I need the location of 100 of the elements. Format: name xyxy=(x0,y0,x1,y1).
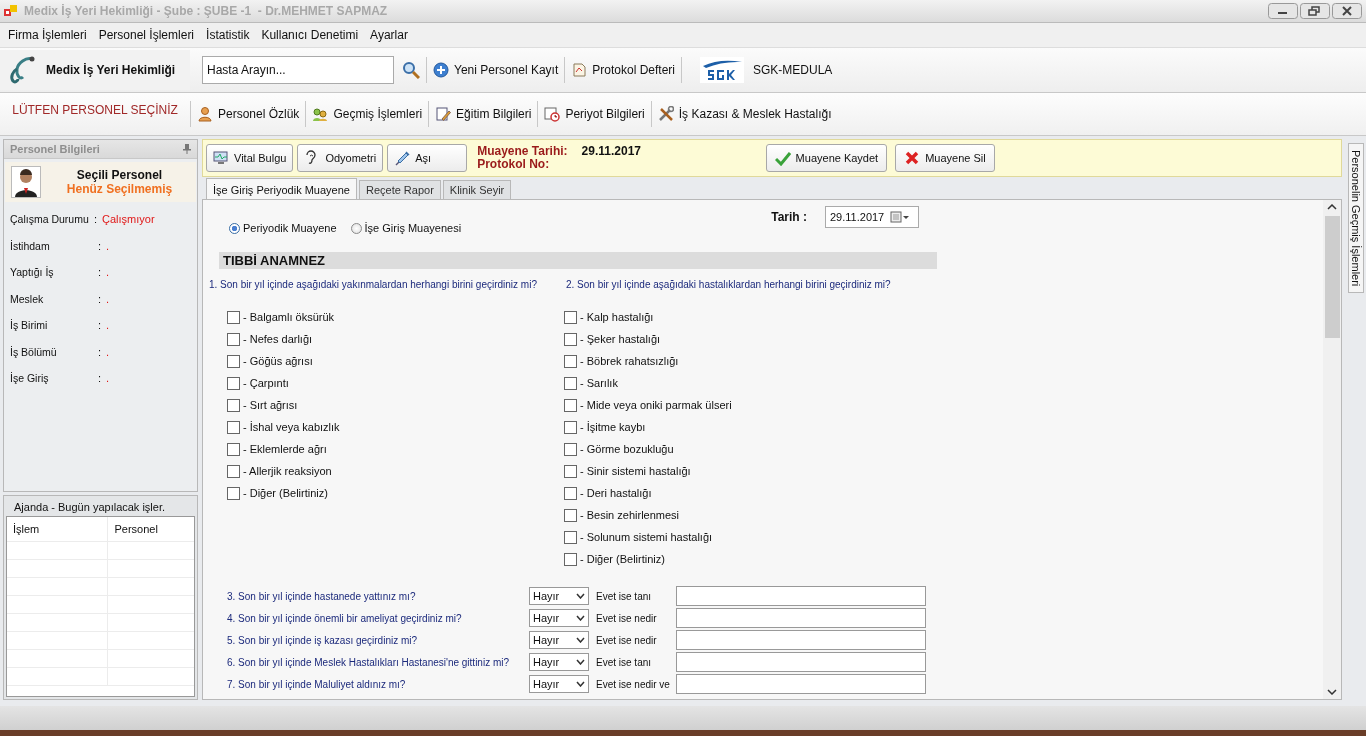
checkbox-option[interactable]: - Mide veya oniki parmak ülseri xyxy=(564,394,891,416)
menu-item[interactable]: Firma İşlemleri xyxy=(3,26,92,44)
caret-icon xyxy=(576,659,585,665)
panel-title: Ajanda - Bugün yapılacak işler. xyxy=(13,500,167,515)
checkbox-option[interactable]: - Kalp hastalığı xyxy=(564,306,891,328)
restore-button[interactable] xyxy=(1300,3,1330,19)
checkbox-option[interactable]: - Allerjik reaksiyon xyxy=(227,460,566,482)
toolbar-button[interactable]: Eğitim Bilgileri xyxy=(429,99,538,129)
scroll-up-icon[interactable] xyxy=(1327,204,1337,210)
detail-field[interactable] xyxy=(676,586,926,606)
toolbar-button[interactable]: Periyot Bilgileri xyxy=(538,99,651,129)
person-icon xyxy=(197,106,213,122)
close-button[interactable] xyxy=(1332,3,1362,19)
answer-dropdown[interactable]: Hayır xyxy=(529,609,589,627)
save-button[interactable]: Muayene Kaydet xyxy=(765,144,888,172)
exam-tool-button[interactable]: Odyometri xyxy=(297,144,384,172)
toolbar-button[interactable]: Yeni Personel Kayıt xyxy=(427,55,565,85)
answer-dropdown[interactable]: Hayır xyxy=(529,631,589,649)
checkbox-option[interactable]: - Böbrek rahatsızlığı xyxy=(564,350,891,372)
checkbox-option[interactable]: - Görme bozukluğu xyxy=(564,438,891,460)
search-field[interactable]: Hasta Arayın... xyxy=(202,56,394,84)
checkbox-option[interactable]: - Balgamlı öksürük xyxy=(227,306,566,328)
toolbar-button[interactable]: SGK-MEDULA xyxy=(682,55,839,85)
field-label: Yaptığı İş xyxy=(10,266,55,279)
column-header[interactable]: İşlem xyxy=(7,517,109,541)
radio-option[interactable]: Periyodik Muayene xyxy=(229,222,337,234)
tab[interactable]: Reçete Rapor xyxy=(358,180,441,199)
checkbox-option[interactable]: - Sırt ağrısı xyxy=(227,394,566,416)
checkbox-option[interactable]: - Sinir sistemi hastalığı xyxy=(564,460,891,482)
calendar-icon xyxy=(890,211,911,223)
field-separator: : xyxy=(98,372,103,385)
protocol-label: Protokol No: xyxy=(477,158,551,171)
question-text: 6. Son bir yıl içinde Meslek Hastalıkları Hastanesi'ne gittiniz mi? xyxy=(227,656,511,668)
document-icon xyxy=(571,62,588,78)
scroll-thumb[interactable] xyxy=(1324,216,1340,338)
answer-dropdown[interactable]: Hayır xyxy=(529,587,589,605)
checkbox-option[interactable]: - Göğüs ağrısı xyxy=(227,350,566,372)
checkbox-option[interactable]: - Besin zehirlenmesi xyxy=(564,504,891,526)
detail-field[interactable] xyxy=(676,608,926,628)
checkbox-option[interactable]: - Sarılık xyxy=(564,372,891,394)
toolbar-button[interactable]: Geçmiş İşlemleri xyxy=(306,99,429,129)
detail-field[interactable] xyxy=(676,652,926,672)
section-header: TIBBİ ANAMNEZ xyxy=(219,252,937,269)
checkbox-option[interactable]: - Eklemlerde ağrı xyxy=(227,438,566,460)
checkbox-option[interactable]: - Deri hastalığı xyxy=(564,482,891,504)
field-label: Meslek xyxy=(10,292,45,305)
checkbox-option[interactable]: - Solunum sistemi hastalığı xyxy=(564,526,891,548)
checkbox-option[interactable]: - İşitme kaybı xyxy=(564,416,891,438)
field-value: . xyxy=(106,372,110,385)
answer-dropdown[interactable]: Hayır xyxy=(529,653,589,671)
field-value: . xyxy=(106,292,110,305)
checkbox-option[interactable]: - Nefes darlığı xyxy=(227,328,566,350)
document-pencil-icon xyxy=(435,106,452,122)
search-icon[interactable] xyxy=(402,61,420,79)
scroll-down-icon[interactable] xyxy=(1327,689,1337,695)
toolbar-button[interactable]: İş Kazası & Meslek Hastalığı xyxy=(651,99,838,129)
checkbox-option[interactable]: - Diğer (Belirtiniz) xyxy=(564,548,891,570)
minimize-button[interactable] xyxy=(1268,3,1298,19)
exam-tool-button[interactable]: Vital Bulgu xyxy=(206,144,294,172)
tools-icon xyxy=(657,106,674,122)
detail-field[interactable] xyxy=(676,674,926,694)
scrollbar[interactable] xyxy=(1323,200,1341,699)
side-tab[interactable]: Personelin Geçmiş İşlemleri xyxy=(1348,143,1364,294)
caret-icon xyxy=(576,615,585,621)
exam-tool-button[interactable]: Aşı xyxy=(387,144,468,172)
menu-item[interactable]: Kullanıcı Denetimi xyxy=(256,26,364,44)
notice-text: LÜTFEN PERSONEL SEÇİNİZ xyxy=(11,103,179,119)
syringe-icon xyxy=(394,150,411,166)
menu-item[interactable]: Personel İşlemleri xyxy=(93,26,200,44)
checkbox-option[interactable]: - İshal veya kabızlık xyxy=(227,416,566,438)
question-text: 2. Son bir yıl içinde aşağıdaki hastalıklardan herhangi birini geçirdiniz mi? xyxy=(566,279,891,290)
app-brand: Medix İş Yeri Hekimliği xyxy=(0,50,190,90)
calendar-clock-icon xyxy=(544,106,561,122)
cross-icon xyxy=(904,150,921,166)
detail-label: Evet ise nedir xyxy=(595,612,658,624)
checkbox-option[interactable]: - Şeker hastalığı xyxy=(564,328,891,350)
detail-field[interactable] xyxy=(676,630,926,650)
caret-icon xyxy=(576,681,585,687)
tab[interactable]: İşe Giriş Periyodik Muayene xyxy=(206,178,357,199)
radio-option[interactable]: İşe Giriş Muayenesi xyxy=(350,222,462,234)
column-header[interactable]: Personel xyxy=(108,517,194,541)
card-heading: Seçili Personel xyxy=(76,168,163,182)
checkbox-option[interactable]: - Diğer (Belirtiniz) xyxy=(227,482,566,504)
question-text: 1. Son bir yıl içinde aşağıdaki yakınmalardan herhangi birini geçirdiniz mi? xyxy=(209,279,538,290)
checkbox-option[interactable]: - Çarpıntı xyxy=(227,372,566,394)
menu-item[interactable]: İstatistik xyxy=(201,26,255,44)
question-text: 3. Son bir yıl içinde hastanede yattınız mı? xyxy=(227,590,417,602)
field-separator: : xyxy=(98,292,103,305)
menu-item[interactable]: Ayarlar xyxy=(365,26,413,44)
date-picker[interactable]: 29.11.2017 xyxy=(825,206,919,228)
field-label: İş Bölümü xyxy=(10,345,58,358)
pin-icon[interactable] xyxy=(183,144,191,154)
tab[interactable]: Klinik Seyir xyxy=(442,180,512,199)
field-separator: : xyxy=(98,266,103,279)
question-text: 7. Son bir yıl içinde Maluliyet aldınız mı? xyxy=(227,678,407,690)
toolbar-button[interactable]: Personel Özlük xyxy=(191,99,306,129)
toolbar-button[interactable]: Protokol Defteri xyxy=(565,55,681,85)
answer-dropdown[interactable]: Hayır xyxy=(529,675,589,693)
avatar-icon xyxy=(11,166,41,198)
delete-button[interactable]: Muayene Sil xyxy=(895,144,995,172)
